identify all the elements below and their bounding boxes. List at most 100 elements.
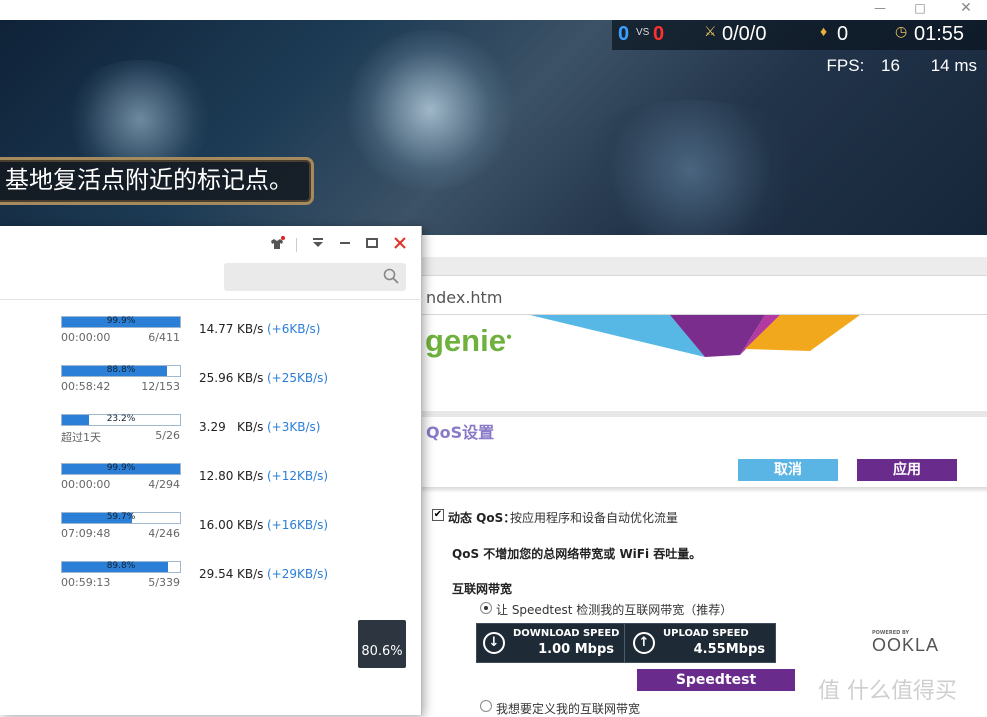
row-delta: (+25KB/s) (267, 371, 329, 385)
watermark: 值 什么值得买 (818, 679, 957, 704)
speedtest-radio[interactable] (480, 602, 492, 614)
row-time: 00:00:00 (61, 478, 111, 491)
usage-percent: 99.9% (106, 316, 136, 326)
download-label: DOWNLOAD SPEED (513, 628, 620, 639)
row-speed: 25.96 (199, 371, 234, 385)
row-time: 00:58:42 (61, 380, 111, 393)
usage-percent: 23.2% (106, 414, 136, 424)
section-divider (420, 411, 987, 417)
ground-graphic (560, 100, 820, 235)
process-row[interactable]: 23.2% 超过1天 5/26 3.29 KB/s (+3KB/s) (0, 414, 422, 463)
process-row[interactable]: 59.7% 07:09:48 4/246 16.00 KB/s (+16KB/s) (0, 512, 422, 561)
traffic-monitor-window: 99.9% 00:00:00 6/411 14.77 KB/s (+6KB/s) 88.8%… (0, 226, 422, 715)
minimize-icon[interactable] (336, 236, 354, 254)
skin-icon[interactable] (268, 236, 286, 254)
ping-value: 14 ms (930, 56, 977, 75)
banner-shapes (530, 315, 860, 357)
vs-label: VS (636, 27, 650, 38)
process-row[interactable]: 89.8% 00:59:13 5/339 29.54 KB/s (+29KB/s) (0, 561, 422, 610)
usage-bar: 88.8% (61, 365, 181, 377)
genie-logo-text: genie (425, 323, 506, 358)
bandwidth-title: 互联网带宽 (452, 582, 513, 596)
custom-bandwidth-radio[interactable] (480, 700, 492, 712)
close-button[interactable]: ✕ (952, 0, 980, 18)
usage-bar: 99.9% (61, 316, 181, 328)
row-delta: (+16KB/s) (267, 518, 329, 532)
upload-label: UPLOAD SPEED (663, 628, 749, 639)
row-time: 00:00:00 (61, 331, 111, 344)
process-row[interactable]: 99.9% 00:00:00 6/411 14.77 KB/s (+6KB/s) (0, 316, 422, 365)
download-arrow-icon: ↓ (483, 632, 505, 654)
row-delta: (+29KB/s) (267, 567, 329, 581)
process-row[interactable]: 88.8% 00:58:42 12/153 25.96 KB/s (+25KB/s) (0, 365, 422, 414)
speed-results-panel: ↓ DOWNLOAD SPEED 1.00 Mbps ↑ UPLOAD SPEE… (476, 623, 776, 663)
maximize-button[interactable]: □ (906, 0, 934, 18)
row-count: 4/246 (148, 527, 180, 540)
row-speed: 3.29 (199, 420, 226, 434)
row-count: 4/294 (148, 478, 180, 491)
process-row[interactable]: 99.9% 00:00:00 4/294 12.80 KB/s (+12KB/s) (0, 463, 422, 512)
row-count: 12/153 (141, 380, 180, 393)
row-unit: KB/s (237, 518, 264, 532)
row-delta: (+6KB/s) (267, 322, 321, 336)
fps-label: FPS: (826, 56, 865, 75)
fps-readout: FPS: 16 14 ms (827, 56, 977, 76)
sword-icon: ⚔ (704, 23, 717, 39)
overall-usage-value: 80.6% (361, 644, 403, 659)
monitor-header (0, 226, 422, 300)
game-hint-banner: 基地复活点附近的标记点。 (0, 157, 314, 205)
close-icon[interactable] (391, 236, 409, 254)
row-count: 5/339 (148, 576, 180, 589)
game-hud: 0 VS 0 ⚔ 0/0/0 ♦ 0 ◷ 01:55 (612, 20, 987, 50)
usage-bar: 99.9% (61, 463, 181, 475)
header-shadow (420, 487, 987, 493)
minimize-button[interactable]: — (866, 0, 894, 18)
dynamic-qos-checkbox[interactable]: ✔ (432, 509, 444, 521)
menu-dropdown-icon[interactable] (309, 236, 327, 254)
genie-logo: genie● (425, 323, 513, 358)
row-unit: KB/s (237, 567, 264, 581)
tab-strip (420, 257, 987, 277)
upload-value: 4.55Mbps (693, 642, 765, 657)
monitor-search-input[interactable] (224, 263, 406, 291)
cancel-button[interactable]: 取消 (738, 459, 838, 481)
upload-panel: ↑ UPLOAD SPEED 4.55Mbps (627, 624, 775, 662)
row-unit: KB/s (237, 371, 264, 385)
gold-icon: ♦ (820, 23, 828, 39)
usage-percent: 88.8% (106, 365, 136, 375)
download-panel: ↓ DOWNLOAD SPEED 1.00 Mbps (477, 624, 625, 662)
game-view: 0 VS 0 ⚔ 0/0/0 ♦ 0 ◷ 01:55 FPS: 16 14 ms… (0, 20, 987, 235)
usage-bar: 23.2% (61, 414, 181, 426)
row-unit: KB/s (237, 322, 264, 336)
address-bar[interactable]: ndex.htm (420, 275, 987, 315)
custom-bandwidth-label: 我想要定义我的互联网带宽 (496, 702, 641, 716)
frost-tree-graphic (340, 30, 520, 190)
fps-value: 16 (881, 56, 900, 75)
row-delta: (+12KB/s) (267, 469, 329, 483)
kda-value: 0/0/0 (722, 23, 767, 45)
usage-bar: 59.7% (61, 512, 181, 524)
row-delta: (+3KB/s) (267, 420, 321, 434)
row-time: 超过1天 (61, 431, 101, 444)
usage-percent: 59.7% (106, 512, 136, 522)
game-timer: 01:55 (914, 23, 965, 45)
usage-bar: 89.8% (61, 561, 181, 573)
usage-percent: 99.9% (106, 463, 136, 473)
overall-usage-badge[interactable]: 80.6% (358, 620, 406, 668)
gold-value: 0 (837, 23, 849, 45)
row-speed: 12.80 (199, 469, 234, 483)
dynamic-qos-label: 动态 QoS： (448, 511, 516, 525)
score-red: 0 (653, 23, 665, 45)
apply-button[interactable]: 应用 (857, 459, 957, 481)
ookla-logo: OOKLA (872, 635, 940, 655)
toolbar-divider (296, 238, 297, 252)
row-count: 5/26 (155, 429, 180, 442)
row-speed: 16.00 (199, 518, 234, 532)
speedtest-radio-label: 让 Speedtest 检测我的互联网带宽（推荐） (496, 603, 733, 617)
clock-icon: ◷ (895, 23, 908, 39)
usage-percent: 89.8% (106, 561, 136, 571)
search-icon (382, 267, 400, 285)
speedtest-button[interactable]: Speedtest (637, 669, 795, 691)
address-text: ndex.htm (426, 288, 503, 307)
maximize-icon[interactable] (363, 236, 381, 254)
